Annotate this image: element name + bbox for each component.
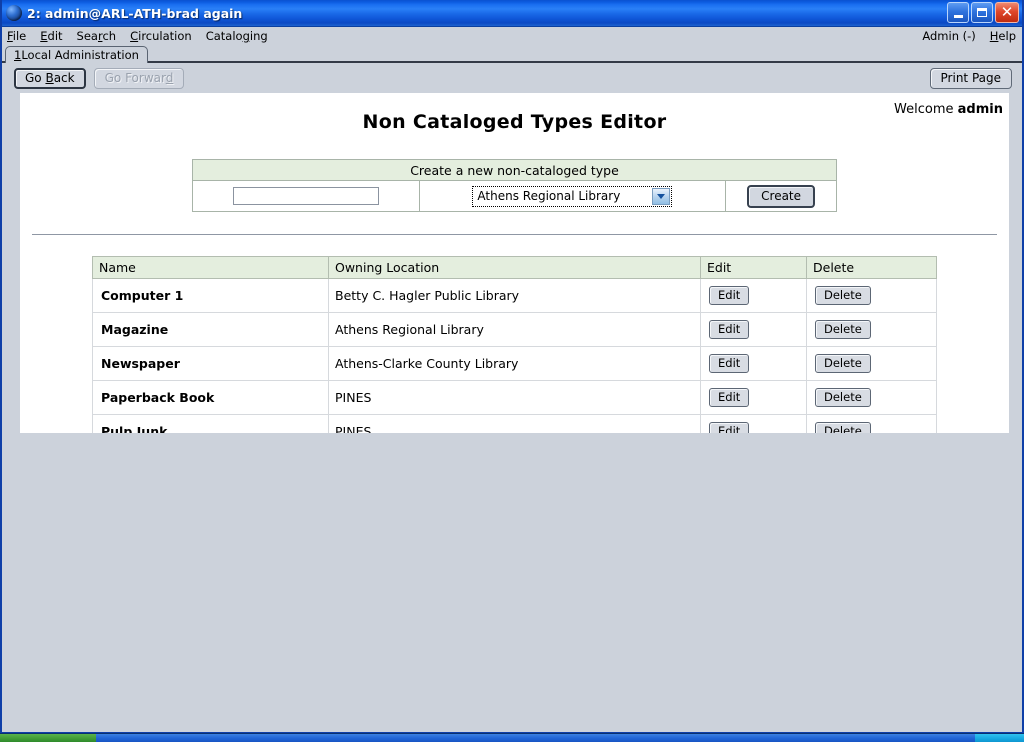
cell-delete-action: Delete [806, 414, 937, 433]
print-page-button[interactable]: Print Page [929, 68, 1012, 89]
edit-button[interactable]: Edit [709, 388, 750, 407]
tab-local-administration[interactable]: 1 Local Administration [5, 46, 148, 63]
menu-item-cataloging[interactable]: Cataloging [206, 29, 276, 43]
create-form-heading: Create a new non-cataloged type [192, 159, 837, 181]
create-button-cell: Create [725, 180, 837, 212]
edit-button[interactable]: Edit [709, 422, 750, 433]
restore-button[interactable] [971, 2, 993, 23]
minimize-button[interactable] [947, 2, 969, 23]
navigation-toolbar: Go Back Go Forward Print Page [2, 63, 1022, 93]
cell-edit-action: Edit [700, 312, 807, 347]
table-body: Computer 1 Betty C. Hagler Public Library… [92, 278, 937, 433]
chevron-down-icon[interactable] [652, 187, 671, 205]
title-bar: 2: admin@ARL-ATH-brad again ✕ [2, 0, 1022, 27]
non-cataloged-types-table: Name Owning Location Edit Delete Compute… [92, 256, 937, 433]
create-button[interactable]: Create [747, 184, 816, 208]
cell-type-name: Newspaper [92, 346, 329, 381]
create-name-cell [192, 180, 420, 212]
create-type-form: Create a new non-cataloged type Athens R… [192, 159, 837, 212]
column-header-owning-location: Owning Location [328, 256, 701, 279]
cell-edit-action: Edit [700, 278, 807, 313]
editor-page: Welcome admin Non Cataloged Types Editor… [20, 93, 1009, 433]
welcome-username: admin [957, 102, 1003, 117]
close-icon: ✕ [1000, 3, 1014, 21]
windows-taskbar [0, 733, 1024, 742]
restore-icon [977, 8, 987, 17]
toolbar-right: Print Page [929, 67, 1012, 89]
table-row: Paperback Book PINES Edit Delete [92, 380, 937, 415]
go-back-button[interactable]: Go Back [14, 67, 86, 89]
menu-item-file[interactable]: File [7, 29, 34, 43]
page-title: Non Cataloged Types Editor [362, 111, 667, 133]
menu-item-admin[interactable]: Admin (-) [922, 29, 975, 43]
welcome-message: Welcome admin [894, 102, 1003, 117]
create-location-cell: Athens Regional Library [418, 180, 727, 212]
close-button[interactable]: ✕ [995, 2, 1019, 23]
tab-strip: 1 Local Administration [2, 45, 1022, 63]
delete-button[interactable]: Delete [815, 388, 871, 407]
cell-delete-action: Delete [806, 312, 937, 347]
table-row: Computer 1 Betty C. Hagler Public Library… [92, 278, 937, 313]
start-button[interactable] [0, 734, 96, 742]
new-type-name-input[interactable] [232, 187, 379, 205]
cell-owning-location: PINES [328, 380, 701, 415]
minimize-icon [953, 14, 963, 18]
table-row: Pulp Junk PINES Edit Delete [92, 414, 937, 433]
cell-type-name: Pulp Junk [92, 414, 329, 433]
menu-bar: File Edit Search Circulation Cataloging … [2, 27, 1022, 45]
cell-type-name: Computer 1 [92, 278, 329, 313]
cell-edit-action: Edit [700, 414, 807, 433]
edit-button[interactable]: Edit [709, 286, 750, 305]
menu-item-help[interactable]: Help [990, 29, 1016, 43]
menu-item-circulation[interactable]: Circulation [130, 29, 200, 43]
welcome-prefix: Welcome [894, 102, 958, 117]
cell-type-name: Paperback Book [92, 380, 329, 415]
menu-bar-right: Admin (-) Help [922, 27, 1016, 45]
edit-button[interactable]: Edit [709, 354, 750, 373]
tab-label: Local Administration [21, 48, 139, 62]
table-header-row: Name Owning Location Edit Delete [92, 256, 937, 279]
owning-location-select[interactable]: Athens Regional Library [472, 185, 673, 207]
window-title: 2: admin@ARL-ATH-brad again [27, 5, 243, 21]
table-row: Newspaper Athens-Clarke County Library Edi… [92, 346, 937, 381]
window-controls: ✕ [947, 2, 1019, 23]
cell-type-name: Magazine [92, 312, 329, 347]
menu-item-edit[interactable]: Edit [40, 29, 70, 43]
cell-delete-action: Delete [806, 278, 937, 313]
cell-owning-location: Athens Regional Library [328, 312, 701, 347]
cell-owning-location: Betty C. Hagler Public Library [328, 278, 701, 313]
cell-edit-action: Edit [700, 346, 807, 381]
application-window: 2: admin@ARL-ATH-brad again ✕ File Edit … [0, 0, 1024, 734]
go-forward-button[interactable]: Go Forward [93, 67, 185, 89]
column-header-edit: Edit [700, 256, 807, 279]
delete-button[interactable]: Delete [815, 286, 871, 305]
cell-delete-action: Delete [806, 346, 937, 381]
cell-edit-action: Edit [700, 380, 807, 415]
globe-icon [6, 5, 22, 21]
taskbar-buttons-area[interactable] [96, 734, 975, 742]
menu-item-search[interactable]: Search [77, 29, 125, 43]
cell-delete-action: Delete [806, 380, 937, 415]
content-area: Welcome admin Non Cataloged Types Editor… [2, 93, 1022, 732]
owning-location-selected-value: Athens Regional Library [477, 189, 621, 203]
tab-accelerator: 1 [14, 48, 22, 62]
cell-owning-location: Athens-Clarke County Library [328, 346, 701, 381]
cell-owning-location: PINES [328, 414, 701, 433]
delete-button[interactable]: Delete [815, 422, 871, 433]
table-row: Magazine Athens Regional Library Edit Delet… [92, 312, 937, 347]
section-divider [32, 234, 997, 235]
delete-button[interactable]: Delete [815, 354, 871, 373]
system-tray[interactable] [975, 734, 1024, 742]
column-header-name: Name [92, 256, 329, 279]
delete-button[interactable]: Delete [815, 320, 871, 339]
edit-button[interactable]: Edit [709, 320, 750, 339]
column-header-delete: Delete [806, 256, 937, 279]
